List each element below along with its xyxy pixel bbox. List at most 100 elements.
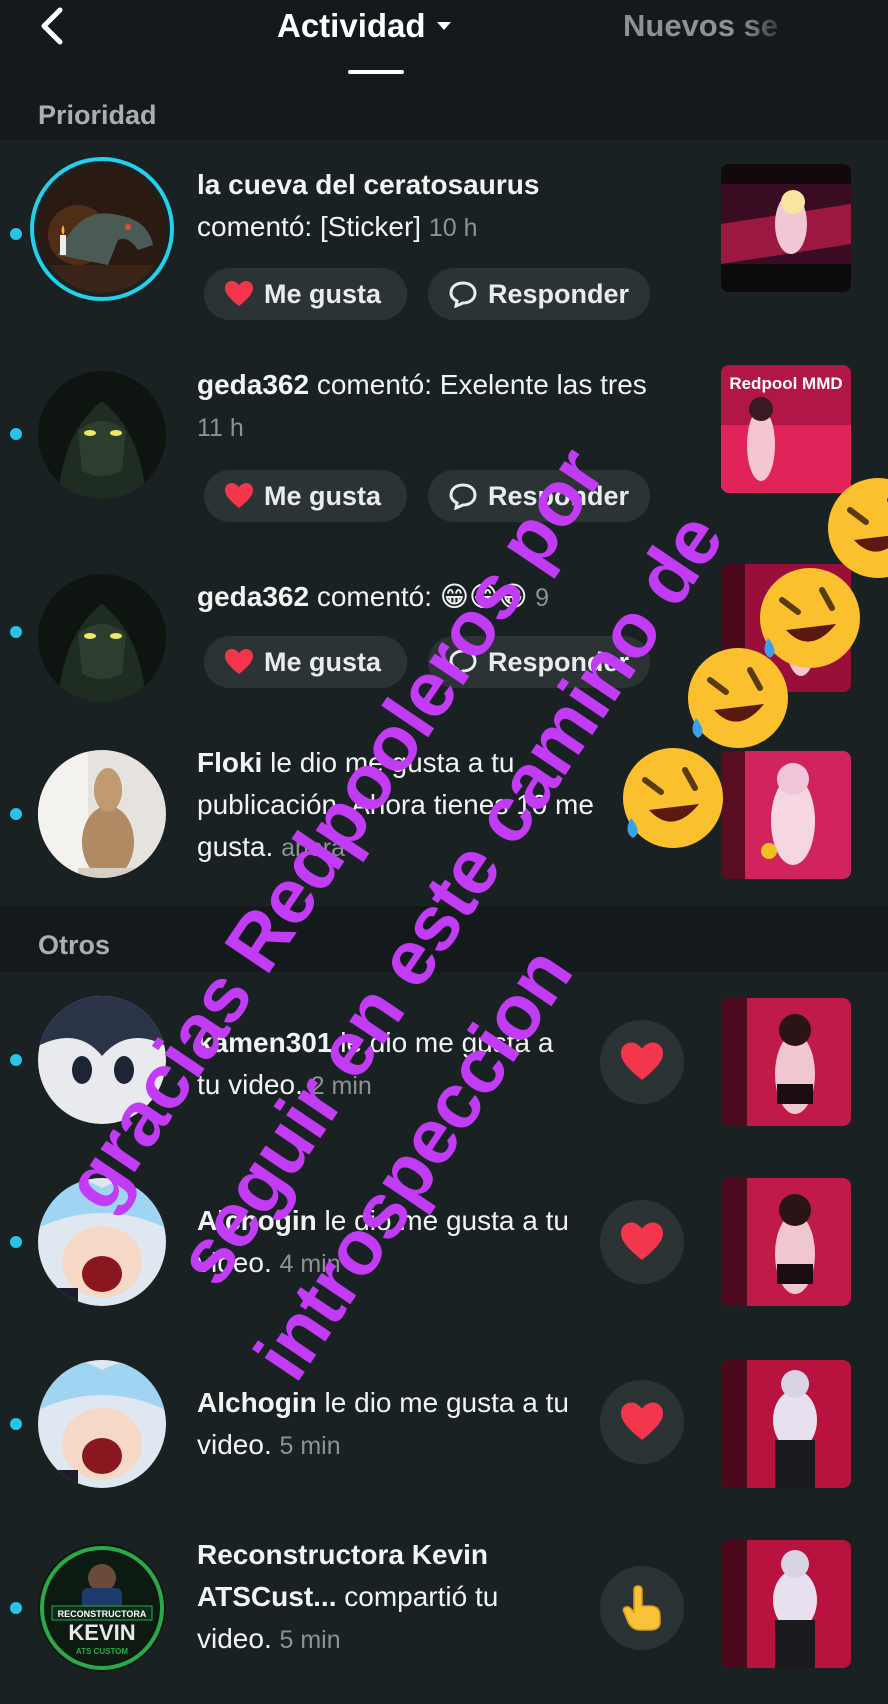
avatar[interactable]: [38, 1360, 166, 1488]
section-priority-label: Prioridad: [38, 100, 157, 130]
list-item[interactable]: RECONSTRUCTORA KEVIN ATS CUSTOM Reconstr…: [0, 1514, 888, 1704]
notification-text: geda362 comentó: 😁😁😁 9: [197, 576, 657, 619]
timestamp: 10 h: [428, 214, 478, 242]
reply-label: Responder: [488, 646, 630, 677]
back-button[interactable]: [34, 2, 74, 52]
username: Floki: [197, 747, 263, 778]
thumbnail-image: [721, 1360, 851, 1488]
username: Alchogin: [197, 1387, 317, 1418]
notification-text: Floki le dio me gusta a tu publicación. …: [197, 742, 637, 869]
thumbnail-image: [721, 164, 851, 292]
username: la cueva del ceratosaurus: [197, 169, 540, 200]
heart-icon: [621, 1222, 663, 1260]
tab-new-followers[interactable]: Nuevos se: [623, 8, 793, 48]
unread-dot: [10, 1236, 22, 1248]
share-indicator[interactable]: [600, 1566, 684, 1650]
heart-icon: [621, 1402, 663, 1440]
avatar[interactable]: [38, 750, 166, 878]
thumbnail-image: [721, 998, 851, 1126]
speech-bubble-icon: [449, 281, 477, 308]
anime-avatar-image: [38, 996, 166, 1124]
video-thumbnail[interactable]: [721, 998, 851, 1126]
like-button[interactable]: Me gusta: [204, 470, 407, 522]
reply-button[interactable]: Responder: [428, 470, 650, 522]
caret-down-icon: [436, 22, 451, 30]
video-thumbnail[interactable]: [721, 751, 851, 879]
list-item[interactable]: geda362 comentó: Exelente las tres 11 h …: [0, 340, 888, 540]
dark-figure-avatar-image: [38, 574, 166, 702]
list-item[interactable]: la cueva del ceratosaurus comentó: [Stic…: [0, 140, 888, 340]
video-thumbnail[interactable]: [721, 1178, 851, 1306]
dog-avatar-image: [38, 750, 166, 878]
heart-icon: [225, 649, 253, 674]
top-bar: Actividad Nuevos se: [0, 0, 888, 100]
notification-text: Alchogin le dio me gusta a tu video. 4 m…: [197, 1200, 577, 1285]
logo-text-line2: KEVIN: [68, 1620, 135, 1645]
avatar[interactable]: [38, 1178, 166, 1306]
laughing-anime-avatar-image: [38, 1360, 166, 1488]
timestamp: 5 min: [279, 1626, 341, 1654]
active-tab-indicator: [348, 70, 404, 74]
thumbnail-image: [721, 751, 851, 879]
activity-title: Actividad: [277, 7, 426, 44]
tab-activity[interactable]: Actividad: [277, 2, 452, 50]
like-button[interactable]: Me gusta: [204, 268, 407, 320]
liked-indicator[interactable]: [600, 1020, 684, 1104]
action-text: comentó: 😁😁😁: [316, 581, 528, 612]
timestamp: 5 min: [279, 1432, 341, 1460]
speech-bubble-icon: [449, 649, 477, 676]
list-item[interactable]: Alchogin le dio me gusta a tu video. 4 m…: [0, 1152, 888, 1334]
list-item[interactable]: Alchogin le dio me gusta a tu video. 5 m…: [0, 1334, 888, 1514]
list-item[interactable]: kamen301 le dio me gusta a tu video. 2 m…: [0, 972, 888, 1152]
heart-icon: [225, 483, 253, 508]
logo-text-line1: RECONSTRUCTORA: [58, 1609, 147, 1619]
others-list: kamen301 le dio me gusta a tu video. 2 m…: [0, 972, 888, 1704]
liked-indicator[interactable]: [600, 1200, 684, 1284]
video-thumbnail[interactable]: [721, 164, 851, 292]
back-arrow-icon: [41, 7, 63, 45]
logo-text-line3: ATS CUSTOM: [76, 1647, 128, 1656]
list-item[interactable]: geda362 comentó: 😁😁😁 9 Me gusta Responde…: [0, 540, 888, 720]
like-label: Me gusta: [264, 646, 382, 677]
dark-figure-avatar-image: [38, 371, 166, 499]
unread-dot: [10, 428, 22, 440]
reply-button[interactable]: Responder: [428, 636, 650, 688]
action-text: comentó: Exelente las tres: [316, 369, 647, 400]
reply-label: Responder: [488, 480, 630, 511]
unread-dot: [10, 1054, 22, 1066]
unread-dot: [10, 808, 22, 820]
notification-text: la cueva del ceratosaurus comentó: [Stic…: [197, 164, 657, 249]
video-thumbnail[interactable]: Redpool MMD: [721, 365, 851, 493]
video-thumbnail[interactable]: [721, 564, 851, 692]
timestamp: 9: [535, 584, 550, 612]
speech-bubble-icon: [449, 483, 477, 510]
avatar[interactable]: RECONSTRUCTORA KEVIN ATS CUSTOM: [38, 1544, 166, 1672]
section-others-label: Otros: [38, 930, 111, 960]
username: Alchogin: [197, 1205, 317, 1236]
dinosaur-avatar-image: [38, 165, 166, 293]
unread-dot: [10, 228, 22, 240]
like-button[interactable]: Me gusta: [204, 636, 407, 688]
laughing-anime-avatar-image: [38, 1178, 166, 1306]
video-thumbnail[interactable]: [721, 1540, 851, 1668]
section-others-header: Otros: [0, 922, 888, 964]
heart-icon: [621, 1042, 663, 1080]
timestamp: ahora: [281, 834, 346, 862]
notification-text: kamen301 le dio me gusta a tu video. 2 m…: [197, 1022, 577, 1107]
notification-text: geda362 comentó: Exelente las tres 11 h: [197, 364, 657, 449]
thumbnail-caption: Redpool MMD: [729, 374, 842, 393]
liked-indicator[interactable]: [600, 1380, 684, 1464]
username: geda362: [197, 581, 310, 612]
avatar[interactable]: [38, 996, 166, 1124]
notification-text: Reconstructora Kevin ATSCust... comparti…: [197, 1534, 567, 1661]
avatar[interactable]: [38, 371, 166, 499]
unread-dot: [10, 626, 22, 638]
like-label: Me gusta: [264, 278, 382, 309]
video-thumbnail[interactable]: [721, 1360, 851, 1488]
list-item[interactable]: Floki le dio me gusta a tu publicación. …: [0, 720, 888, 906]
unread-dot: [10, 1418, 22, 1430]
reply-button[interactable]: Responder: [428, 268, 650, 320]
avatar[interactable]: [38, 574, 166, 702]
avatar[interactable]: [30, 157, 174, 301]
reply-label: Responder: [488, 278, 630, 309]
